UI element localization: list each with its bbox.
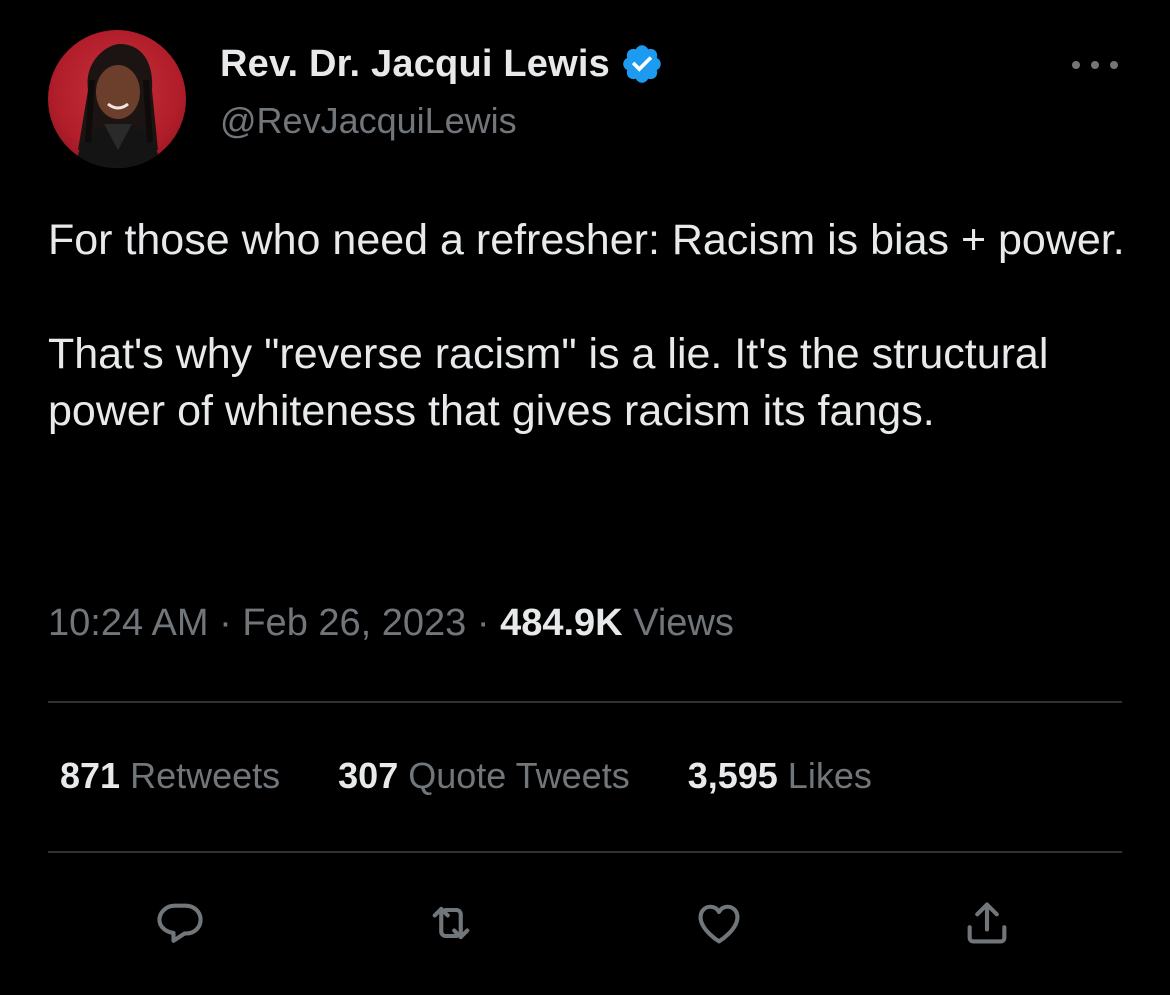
tweet-paragraph: That's why "reverse racism" is a lie. It…	[48, 330, 1049, 435]
tweet-date[interactable]: Feb 26, 2023	[242, 602, 466, 644]
likes-count: 3,595	[687, 755, 778, 796]
divider	[48, 701, 1122, 703]
quotes-stat[interactable]: 307 Quote Tweets	[338, 755, 630, 797]
separator: ·	[476, 602, 490, 644]
tweet-detail: Rev. Dr. Jacqui Lewis @RevJacquiLewis Fo…	[0, 0, 1170, 995]
verified-badge-icon	[623, 45, 661, 83]
views-count: 484.9K	[500, 602, 623, 644]
retweets-stat[interactable]: 871 Retweets	[60, 755, 280, 797]
user-handle[interactable]: @RevJacquiLewis	[220, 100, 517, 142]
more-options-icon[interactable]	[1072, 50, 1118, 80]
action-bar	[0, 893, 1170, 953]
separator: ·	[219, 602, 232, 644]
author-name-row: Rev. Dr. Jacqui Lewis	[220, 42, 664, 86]
dot	[1091, 61, 1099, 69]
quotes-label: Quote Tweets	[408, 755, 630, 796]
reply-button[interactable]	[150, 893, 210, 953]
retweet-icon	[432, 906, 470, 940]
profile-photo-icon	[76, 44, 160, 168]
dot	[1072, 61, 1080, 69]
tweet-time[interactable]: 10:24 AM	[48, 602, 209, 644]
tweet-meta: 10:24 AM · Feb 26, 2023 · 484.9K Views	[48, 602, 734, 645]
likes-label: Likes	[787, 755, 872, 796]
share-icon	[967, 902, 1007, 944]
views-label: Views	[633, 602, 734, 644]
like-button[interactable]	[689, 893, 749, 953]
display-name[interactable]: Rev. Dr. Jacqui Lewis	[220, 43, 610, 86]
dot	[1110, 61, 1118, 69]
retweet-button[interactable]	[421, 893, 481, 953]
quotes-count: 307	[338, 755, 399, 796]
share-button[interactable]	[957, 893, 1017, 953]
engagement-stats: 871 Retweets 307 Quote Tweets 3,595 Likes	[60, 755, 872, 797]
tweet-paragraph: For those who need a refresher: Racism i…	[48, 216, 1125, 264]
heart-icon	[698, 904, 740, 944]
avatar[interactable]	[48, 30, 186, 168]
retweets-count: 871	[60, 755, 121, 796]
reply-icon	[157, 903, 203, 943]
retweets-label: Retweets	[130, 755, 281, 796]
tweet-body: For those who need a refresher: Racism i…	[48, 212, 1128, 440]
likes-stat[interactable]: 3,595 Likes	[688, 755, 872, 797]
divider	[48, 851, 1122, 853]
